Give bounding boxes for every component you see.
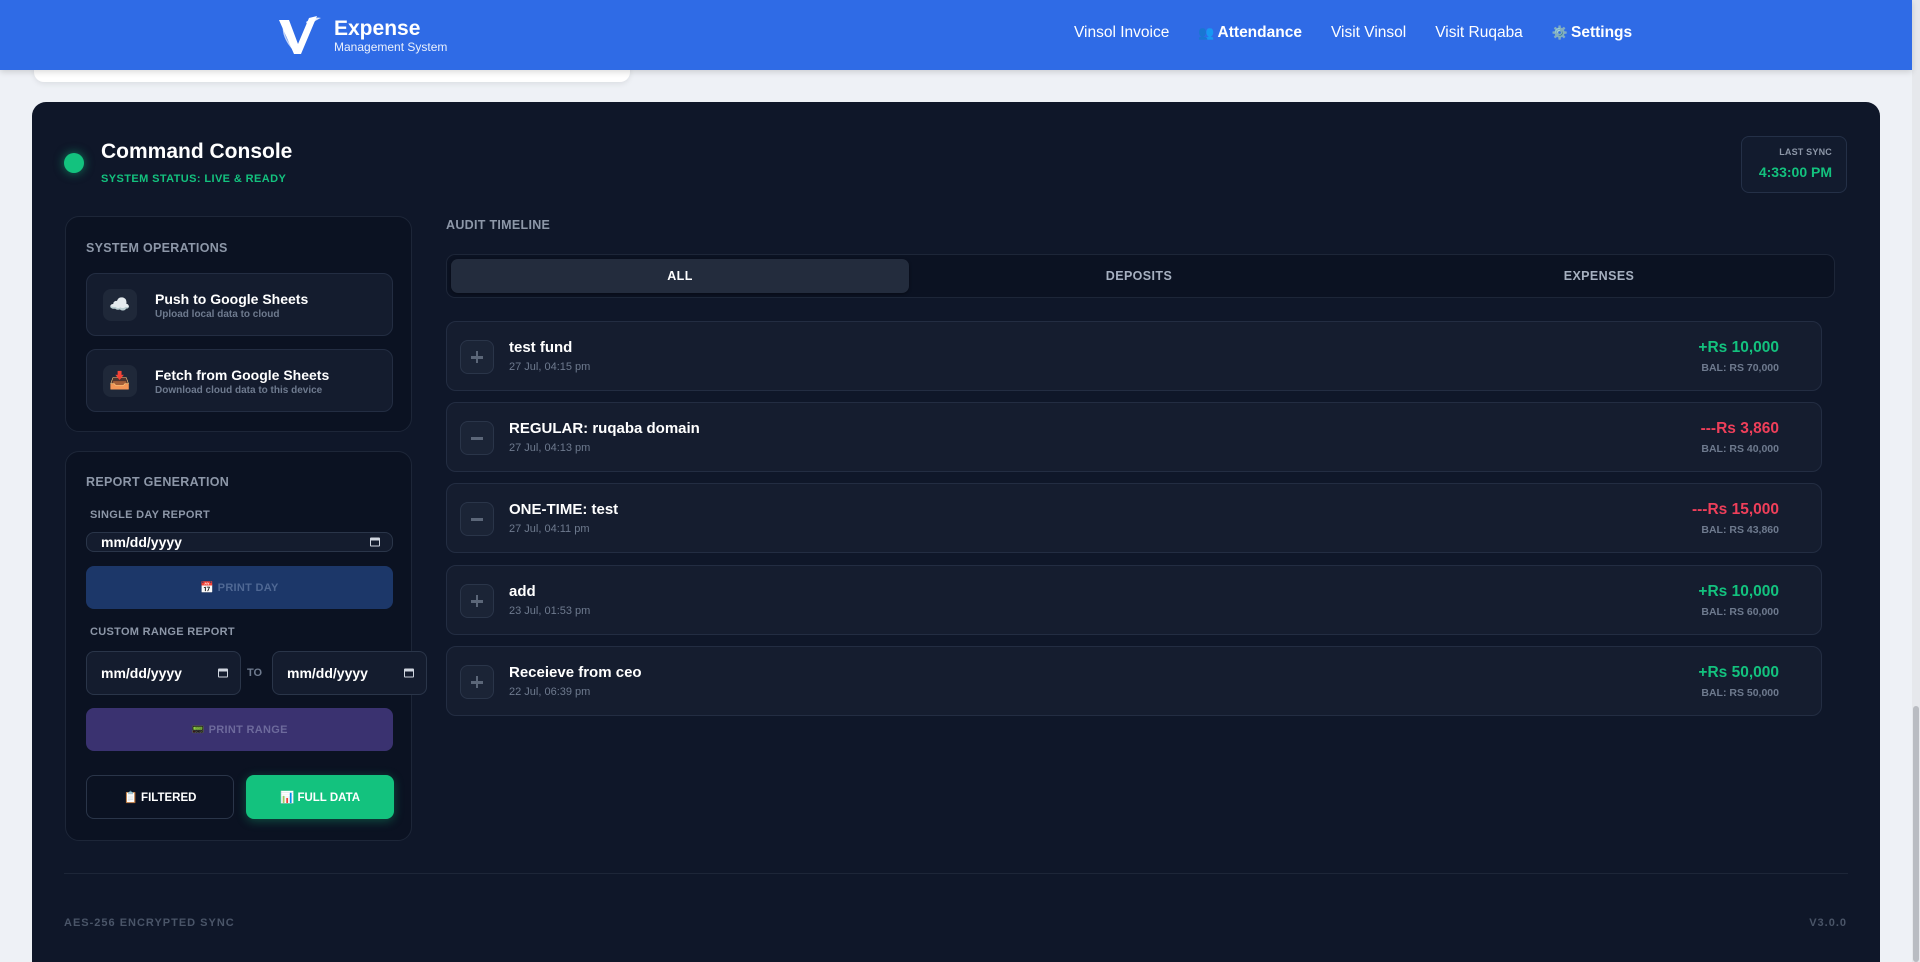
transaction-title: REGULAR: ruqaba domain <box>509 420 700 437</box>
single-day-label: SINGLE DAY REPORT <box>90 509 211 521</box>
nav-settings[interactable]: ⚙️ Settings <box>1552 24 1632 42</box>
page-scrollbar[interactable] <box>1912 0 1920 962</box>
audit-tabs: ALL DEPOSITS EXPENSES <box>446 254 1835 298</box>
system-operations-title: SYSTEM OPERATIONS <box>86 241 228 255</box>
transaction-title: Receieve from ceo <box>509 664 642 681</box>
status-indicator <box>64 153 84 173</box>
range-to-date-input[interactable]: mm/dd/yyyy <box>272 651 427 695</box>
transaction-balance: BAL: RS 50,000 <box>1701 687 1779 699</box>
footer-encryption-note: AES-256 ENCRYPTED SYNC <box>64 917 235 929</box>
command-console: Command Console SYSTEM STATUS: LIVE & RE… <box>32 102 1880 962</box>
nav-vinsol-invoice[interactable]: Vinsol Invoice <box>1074 24 1169 42</box>
push-title: Push to Google Sheets <box>155 291 309 307</box>
filtered-export-button[interactable]: 📋 FILTERED <box>86 775 234 819</box>
brand-title: Expense <box>334 17 421 40</box>
tab-deposits[interactable]: DEPOSITS <box>910 259 1368 293</box>
transaction-row[interactable]: add 23 Jul, 01:53 pm +Rs 10,000 BAL: RS … <box>446 565 1822 635</box>
transaction-balance: BAL: RS 60,000 <box>1701 606 1779 618</box>
print-day-button[interactable]: 📅 PRINT DAY <box>86 566 393 609</box>
range-to-separator: TO <box>247 667 263 679</box>
system-status: SYSTEM STATUS: LIVE & READY <box>101 173 287 185</box>
transaction-amount: ---Rs 15,000 <box>1691 501 1779 518</box>
transaction-amount: ---Rs 3,860 <box>1700 420 1779 437</box>
transaction-date: 22 Jul, 06:39 pm <box>509 686 591 698</box>
transaction-amount: +Rs 10,000 <box>1698 583 1779 600</box>
nav-links: Vinsol Invoice 👥 Attendance Visit Vinsol… <box>1074 24 1661 42</box>
transaction-row[interactable]: test fund 27 Jul, 04:15 pm +Rs 10,000 BA… <box>446 321 1822 391</box>
plus-icon <box>460 584 494 618</box>
nav-attendance-label: Attendance <box>1217 24 1302 41</box>
footer-version: V3.0.0 <box>1809 917 1847 929</box>
footer-divider <box>64 873 1848 874</box>
single-day-placeholder: mm/dd/yyyy <box>101 534 182 550</box>
tab-expenses[interactable]: EXPENSES <box>1370 259 1828 293</box>
transaction-date: 27 Jul, 04:11 pm <box>509 523 590 535</box>
transaction-balance: BAL: RS 40,000 <box>1701 443 1779 455</box>
print-range-button[interactable]: 📟 PRINT RANGE <box>86 708 393 751</box>
range-to-placeholder: mm/dd/yyyy <box>287 665 368 681</box>
nav-attendance[interactable]: 👥 Attendance <box>1198 24 1302 42</box>
fetch-from-sheets-button[interactable]: 📥 Fetch from Google Sheets Download clou… <box>86 349 393 412</box>
people-icon: 👥 <box>1198 25 1215 40</box>
transaction-row[interactable]: REGULAR: ruqaba domain 27 Jul, 04:13 pm … <box>446 402 1822 472</box>
scrollbar-thumb[interactable] <box>1913 706 1919 962</box>
transaction-title: add <box>509 583 536 600</box>
brand[interactable]: Expense Management System <box>276 14 447 58</box>
transaction-date: 23 Jul, 01:53 pm <box>509 605 591 617</box>
transaction-amount: +Rs 10,000 <box>1698 339 1779 356</box>
console-title: Command Console <box>101 140 293 163</box>
push-to-sheets-button[interactable]: ☁️ Push to Google Sheets Upload local da… <box>86 273 393 336</box>
fetch-subtitle: Download cloud data to this device <box>155 385 323 396</box>
brand-subtitle: Management System <box>334 40 448 54</box>
calendar-icon[interactable] <box>218 668 228 678</box>
calendar-icon[interactable] <box>370 537 380 547</box>
nav-settings-label: Settings <box>1571 24 1633 41</box>
last-sync-box: LAST SYNC 4:33:00 PM <box>1741 136 1847 193</box>
nav-visit-vinsol[interactable]: Visit Vinsol <box>1331 24 1406 42</box>
logo-icon <box>279 16 321 54</box>
top-navbar: Expense Management System Vinsol Invoice… <box>0 0 1912 70</box>
transaction-date: 27 Jul, 04:13 pm <box>509 442 591 454</box>
transaction-amount: +Rs 50,000 <box>1698 664 1779 681</box>
single-day-date-input[interactable]: mm/dd/yyyy <box>86 532 393 552</box>
range-from-date-input[interactable]: mm/dd/yyyy <box>86 651 241 695</box>
nav-visit-ruqaba[interactable]: Visit Ruqaba <box>1435 24 1523 42</box>
transaction-balance: BAL: RS 43,860 <box>1701 524 1779 536</box>
cloud-icon: ☁️ <box>103 289 137 321</box>
last-sync-label: LAST SYNC <box>1779 147 1832 157</box>
transaction-balance: BAL: RS 70,000 <box>1701 362 1779 374</box>
audit-timeline-title: AUDIT TIMELINE <box>446 218 551 232</box>
transaction-row[interactable]: ONE-TIME: test 27 Jul, 04:11 pm ---Rs 15… <box>446 483 1822 553</box>
minus-icon <box>460 421 494 455</box>
push-subtitle: Upload local data to cloud <box>155 309 280 320</box>
plus-icon <box>460 665 494 699</box>
range-from-placeholder: mm/dd/yyyy <box>101 665 182 681</box>
plus-icon <box>460 340 494 374</box>
tab-all[interactable]: ALL <box>451 259 909 293</box>
last-sync-time: 4:33:00 PM <box>1758 164 1832 180</box>
calendar-icon[interactable] <box>404 668 414 678</box>
report-generation-title: REPORT GENERATION <box>86 475 230 489</box>
full-data-export-button[interactable]: 📊 FULL DATA <box>246 775 394 819</box>
inbox-tray-icon: 📥 <box>103 365 137 397</box>
transaction-row[interactable]: Receieve from ceo 22 Jul, 06:39 pm +Rs 5… <box>446 646 1822 716</box>
transaction-title: ONE-TIME: test <box>509 501 619 518</box>
gear-icon: ⚙️ <box>1551 25 1568 40</box>
report-generation-panel: REPORT GENERATION SINGLE DAY REPORT mm/d… <box>65 451 427 841</box>
transaction-date: 27 Jul, 04:15 pm <box>509 361 591 373</box>
custom-range-label: CUSTOM RANGE REPORT <box>90 626 235 638</box>
system-operations-panel: SYSTEM OPERATIONS ☁️ Push to Google Shee… <box>65 216 412 432</box>
transaction-title: test fund <box>509 339 573 356</box>
fetch-title: Fetch from Google Sheets <box>155 367 330 383</box>
minus-icon <box>460 502 494 536</box>
